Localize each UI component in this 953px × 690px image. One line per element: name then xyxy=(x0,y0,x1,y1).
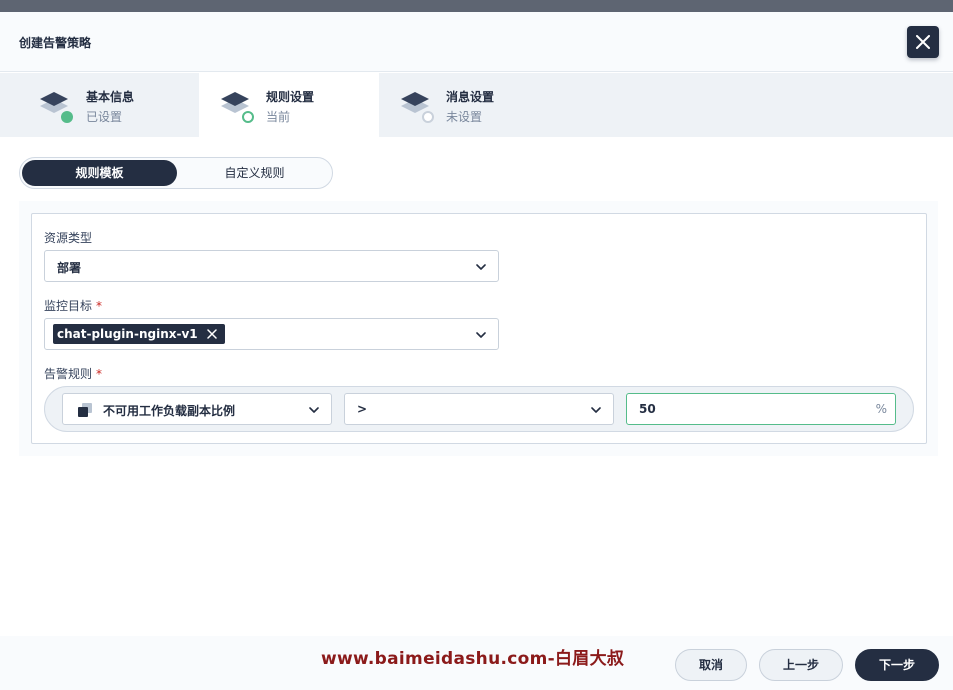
label-text: 资源类型 xyxy=(44,231,93,245)
operator-select[interactable]: > xyxy=(344,393,614,425)
step-status: 当前 xyxy=(266,110,291,124)
rule-panel-wrapper: 资源类型 部署 监控目标 * chat-plugin-nginx-v1 告警规则… xyxy=(19,201,938,456)
step-title: 基本信息 xyxy=(86,90,135,104)
chevron-down-icon xyxy=(591,407,601,413)
step-title: 规则设置 xyxy=(266,90,315,104)
step-basic-info[interactable]: 基本信息 已设置 xyxy=(0,73,180,137)
close-icon[interactable] xyxy=(206,329,217,339)
next-step-button[interactable]: 下一步 xyxy=(855,649,939,681)
background-overlay xyxy=(0,0,953,12)
tab-custom-rule[interactable]: 自定义规则 xyxy=(177,160,332,186)
resource-type-label: 资源类型 xyxy=(44,229,92,246)
layers-icon xyxy=(401,92,434,123)
chevron-down-icon xyxy=(309,407,319,413)
label-text: 告警规则 xyxy=(44,367,93,381)
close-button[interactable] xyxy=(907,26,939,58)
monitor-target-label: 监控目标 * xyxy=(44,297,102,314)
threshold-input[interactable]: 50 % xyxy=(626,393,896,425)
watermark: www.baimeidashu.com-白眉大叔 xyxy=(321,649,625,669)
select-value: > xyxy=(357,402,368,416)
required-mark: * xyxy=(96,367,103,381)
step-status: 已设置 xyxy=(86,110,123,124)
step-title: 消息设置 xyxy=(446,90,495,104)
steps-bar: 基本信息 已设置 规则设置 当前 消息设置 未设置 xyxy=(0,73,953,137)
step-rule-settings[interactable]: 规则设置 当前 xyxy=(199,73,379,137)
alert-rule-row: 不可用工作负载副本比例 > 50 % xyxy=(44,386,914,432)
label-text: 监控目标 xyxy=(44,299,93,313)
input-value: 50 xyxy=(639,402,656,416)
select-value: 不可用工作负载副本比例 xyxy=(103,404,236,418)
monitor-target-select[interactable]: chat-plugin-nginx-v1 xyxy=(44,318,499,350)
tag-label: chat-plugin-nginx-v1 xyxy=(57,327,198,341)
resource-type-select[interactable]: 部署 xyxy=(44,250,499,282)
create-alert-policy-dialog: 创建告警策略 基本信息 已设置 规则设置 当前 消息设置 未设置 规则模板 自定… xyxy=(0,12,953,690)
rule-mode-tabs: 规则模板 自定义规则 xyxy=(19,157,333,189)
alert-rule-label: 告警规则 * xyxy=(44,365,102,382)
select-value: 部署 xyxy=(57,261,82,275)
close-icon xyxy=(916,35,930,49)
dialog-header: 创建告警策略 xyxy=(0,12,953,72)
dialog-footer: www.baimeidashu.com-白眉大叔 取消 上一步 下一步 xyxy=(0,636,953,690)
metric-select[interactable]: 不可用工作负载副本比例 xyxy=(62,393,332,425)
layers-icon xyxy=(221,92,254,123)
dialog-title: 创建告警策略 xyxy=(19,36,92,50)
tab-rule-template[interactable]: 规则模板 xyxy=(22,160,177,186)
step-message-settings[interactable]: 消息设置 未设置 xyxy=(379,73,559,137)
layers-icon xyxy=(40,92,73,123)
stack-icon xyxy=(78,403,92,417)
chevron-down-icon xyxy=(476,332,486,338)
chevron-down-icon xyxy=(476,264,486,270)
unit-label: % xyxy=(875,402,887,416)
step-status: 未设置 xyxy=(446,110,483,124)
cancel-button[interactable]: 取消 xyxy=(675,649,747,681)
rule-form-panel: 资源类型 部署 监控目标 * chat-plugin-nginx-v1 告警规则… xyxy=(31,213,927,444)
required-mark: * xyxy=(96,299,103,313)
selected-tag: chat-plugin-nginx-v1 xyxy=(53,324,225,344)
prev-step-button[interactable]: 上一步 xyxy=(759,649,843,681)
